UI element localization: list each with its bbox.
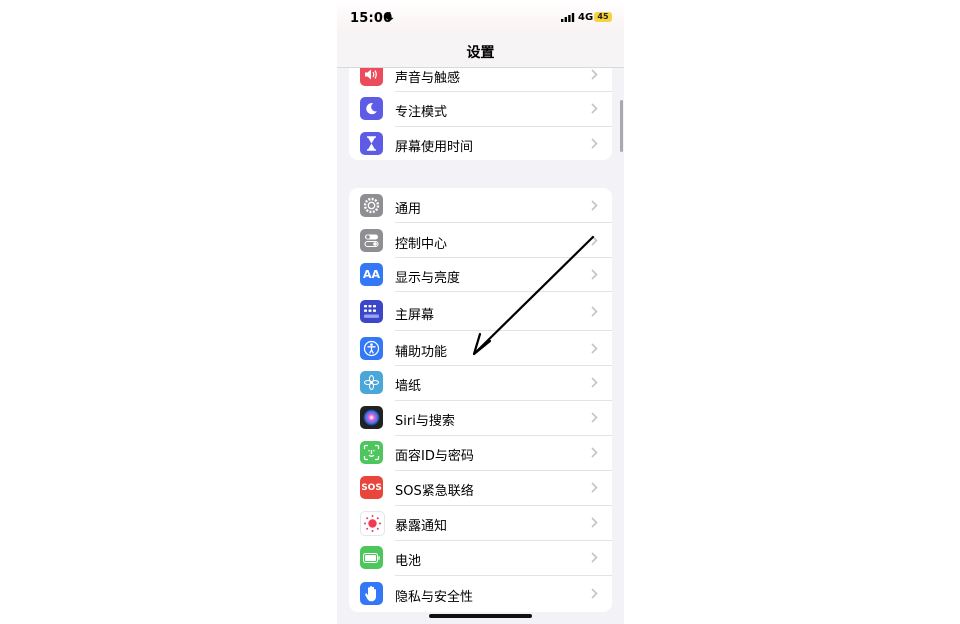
row-label: 电池 bbox=[395, 554, 422, 569]
accessibility-icon bbox=[360, 337, 383, 360]
hourglass-icon bbox=[360, 132, 383, 155]
phone-screen: 15:00 4G 45 设置 声音与触感 专注模式 屏幕使用时间 通用 控制中心… bbox=[337, 0, 624, 624]
chevron-right-icon bbox=[591, 200, 598, 211]
chevron-right-icon bbox=[591, 103, 598, 114]
row-label: 屏幕使用时间 bbox=[395, 140, 474, 155]
toggles-icon bbox=[360, 229, 383, 252]
chevron-right-icon bbox=[591, 412, 598, 423]
row-label: 显示与亮度 bbox=[395, 271, 461, 286]
row-label: 通用 bbox=[395, 202, 422, 217]
row-label: 主屏幕 bbox=[395, 308, 435, 323]
chevron-right-icon bbox=[591, 588, 598, 599]
row-label: Siri与搜索 bbox=[395, 414, 455, 429]
row-screen-time[interactable]: 屏幕使用时间 bbox=[349, 127, 612, 160]
battery-icon bbox=[360, 546, 383, 569]
page-title: 设置 bbox=[466, 45, 495, 61]
row-label: 声音与触感 bbox=[395, 71, 461, 86]
chevron-right-icon bbox=[591, 377, 598, 388]
row-privacy-security[interactable]: 隐私与安全性 bbox=[349, 576, 612, 612]
row-face-id-passcode[interactable]: 面容ID与密码 bbox=[349, 436, 612, 470]
scroll-indicator[interactable] bbox=[620, 100, 623, 152]
status-bar: 15:00 4G 45 bbox=[337, 0, 624, 36]
row-exposure-notifications[interactable]: 暴露通知 bbox=[349, 506, 612, 540]
text-size-icon: AA bbox=[360, 263, 383, 286]
row-battery[interactable]: 电池 bbox=[349, 541, 612, 575]
row-label: 暴露通知 bbox=[395, 519, 448, 534]
row-label: 隐私与安全性 bbox=[395, 590, 474, 605]
focus-moon-icon bbox=[385, 12, 394, 21]
row-label: 墙纸 bbox=[395, 379, 422, 394]
gear-icon bbox=[360, 194, 383, 217]
cellular-signal-icon bbox=[561, 13, 575, 22]
chevron-right-icon bbox=[591, 552, 598, 563]
chevron-right-icon bbox=[591, 306, 598, 317]
home-indicator[interactable] bbox=[429, 614, 532, 618]
chevron-right-icon bbox=[591, 447, 598, 458]
flower-icon bbox=[360, 371, 383, 394]
chevron-right-icon bbox=[591, 517, 598, 528]
chevron-right-icon bbox=[591, 69, 598, 80]
row-siri-search[interactable]: Siri与搜索 bbox=[349, 401, 612, 435]
siri-icon bbox=[360, 406, 383, 429]
home-grid-icon bbox=[360, 300, 383, 323]
battery-level: 45 bbox=[594, 12, 612, 22]
chevron-right-icon bbox=[591, 482, 598, 493]
settings-group-2: 通用 控制中心 AA 显示与亮度 主屏幕 辅助功能 墙纸 Siri与搜索 面容I… bbox=[349, 188, 612, 612]
chevron-right-icon bbox=[591, 269, 598, 280]
row-label: 专注模式 bbox=[395, 105, 448, 120]
row-home-screen[interactable]: 主屏幕 bbox=[349, 292, 612, 330]
row-label: SOS紧急联络 bbox=[395, 484, 474, 499]
row-wallpaper[interactable]: 墙纸 bbox=[349, 366, 612, 400]
chevron-right-icon bbox=[591, 343, 598, 354]
moon-icon bbox=[360, 97, 383, 120]
chevron-right-icon bbox=[591, 235, 598, 246]
row-focus[interactable]: 专注模式 bbox=[349, 92, 612, 126]
row-control-center[interactable]: 控制中心 bbox=[349, 223, 612, 257]
row-label: 辅助功能 bbox=[395, 345, 448, 360]
network-type: 4G bbox=[578, 12, 594, 23]
row-accessibility[interactable]: 辅助功能 bbox=[349, 331, 612, 365]
exposure-icon bbox=[360, 511, 385, 536]
chevron-right-icon bbox=[591, 138, 598, 149]
row-general[interactable]: 通用 bbox=[349, 188, 612, 222]
face-id-icon bbox=[360, 441, 383, 464]
row-emergency-sos[interactable]: SOS SOS紧急联络 bbox=[349, 471, 612, 505]
row-label: 面容ID与密码 bbox=[395, 449, 474, 464]
sos-icon: SOS bbox=[360, 476, 383, 499]
navigation-bar: 设置 bbox=[337, 36, 624, 68]
row-display-brightness[interactable]: AA 显示与亮度 bbox=[349, 258, 612, 292]
row-label: 控制中心 bbox=[395, 237, 448, 252]
hand-icon bbox=[360, 582, 383, 605]
